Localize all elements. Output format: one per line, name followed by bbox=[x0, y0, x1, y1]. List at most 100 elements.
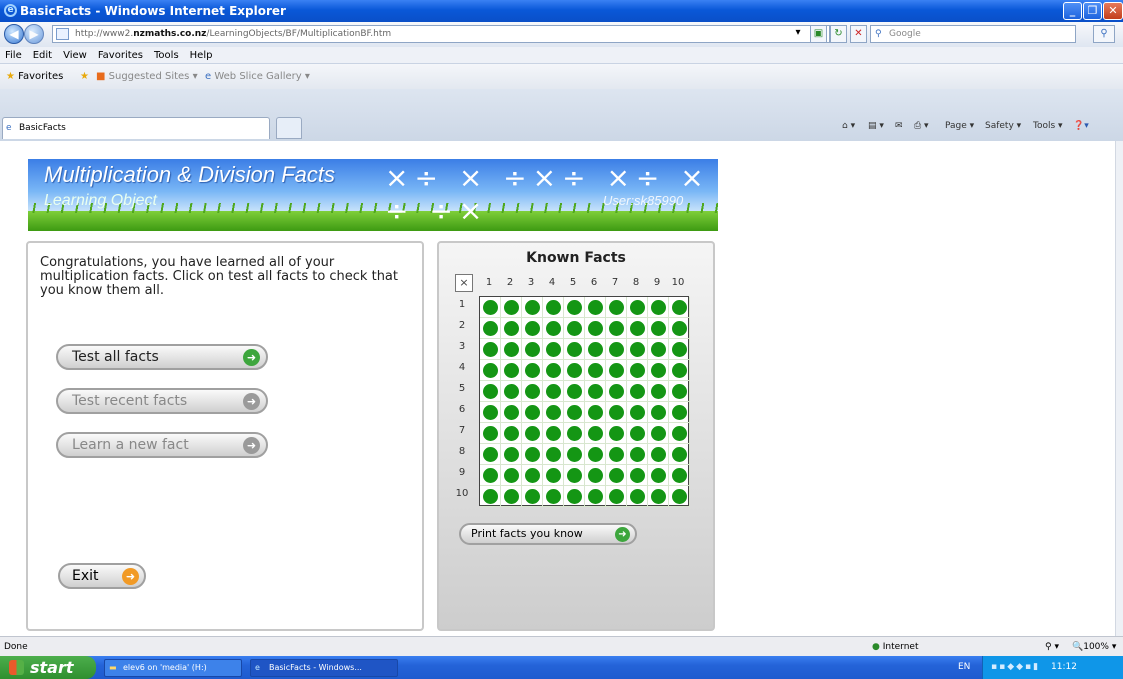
start-button[interactable]: start bbox=[0, 656, 96, 679]
suggested-sites-link[interactable]: ■ Suggested Sites ▾ bbox=[96, 64, 198, 89]
fact-cell-3x8[interactable] bbox=[627, 339, 648, 360]
fact-cell-4x3[interactable] bbox=[522, 360, 543, 381]
fact-cell-10x9[interactable] bbox=[648, 486, 669, 507]
fact-cell-1x10[interactable] bbox=[669, 297, 690, 318]
fact-cell-6x4[interactable] bbox=[543, 402, 564, 423]
fact-cell-4x4[interactable] bbox=[543, 360, 564, 381]
fact-cell-7x9[interactable] bbox=[648, 423, 669, 444]
fact-cell-2x3[interactable] bbox=[522, 318, 543, 339]
fact-cell-6x7[interactable] bbox=[606, 402, 627, 423]
fact-cell-5x1[interactable] bbox=[480, 381, 501, 402]
fact-cell-5x4[interactable] bbox=[543, 381, 564, 402]
fact-cell-7x3[interactable] bbox=[522, 423, 543, 444]
print-icon[interactable]: ⎙ ▾ bbox=[914, 121, 929, 131]
fact-cell-3x5[interactable] bbox=[564, 339, 585, 360]
menu-view[interactable]: View bbox=[63, 50, 87, 61]
search-button[interactable]: ⚲ bbox=[1093, 25, 1115, 43]
zoom-control[interactable]: 🔍100% ▾ bbox=[1072, 637, 1116, 657]
fact-cell-10x3[interactable] bbox=[522, 486, 543, 507]
fact-cell-3x6[interactable] bbox=[585, 339, 606, 360]
refresh-icon[interactable]: ↻ bbox=[830, 25, 847, 43]
fact-cell-7x2[interactable] bbox=[501, 423, 522, 444]
page-menu[interactable]: Page ▾ bbox=[945, 121, 974, 131]
fact-cell-9x10[interactable] bbox=[669, 465, 690, 486]
fact-cell-5x8[interactable] bbox=[627, 381, 648, 402]
fact-cell-7x6[interactable] bbox=[585, 423, 606, 444]
fact-cell-10x6[interactable] bbox=[585, 486, 606, 507]
fact-cell-1x6[interactable] bbox=[585, 297, 606, 318]
fact-cell-6x9[interactable] bbox=[648, 402, 669, 423]
back-button[interactable]: ◀ bbox=[4, 24, 24, 44]
forward-button[interactable]: ▶ bbox=[24, 24, 44, 44]
fact-cell-1x1[interactable] bbox=[480, 297, 501, 318]
fact-cell-3x7[interactable] bbox=[606, 339, 627, 360]
language-indicator[interactable]: EN bbox=[958, 656, 970, 679]
fact-cell-3x4[interactable] bbox=[543, 339, 564, 360]
fact-cell-10x2[interactable] bbox=[501, 486, 522, 507]
exit-button[interactable]: Exit ➜ bbox=[58, 563, 146, 589]
fact-cell-9x9[interactable] bbox=[648, 465, 669, 486]
menu-help[interactable]: Help bbox=[190, 50, 213, 61]
fact-cell-7x10[interactable] bbox=[669, 423, 690, 444]
fact-cell-2x1[interactable] bbox=[480, 318, 501, 339]
home-icon[interactable]: ⌂ ▾ bbox=[842, 121, 855, 131]
fact-cell-4x9[interactable] bbox=[648, 360, 669, 381]
close-button[interactable]: ✕ bbox=[1103, 2, 1123, 20]
vertical-scrollbar[interactable] bbox=[1115, 141, 1123, 636]
fact-cell-7x7[interactable] bbox=[606, 423, 627, 444]
tray-icons[interactable]: ▪▪◆◆▪▮ bbox=[991, 656, 1040, 679]
fact-cell-1x5[interactable] bbox=[564, 297, 585, 318]
fact-cell-10x4[interactable] bbox=[543, 486, 564, 507]
fact-cell-4x6[interactable] bbox=[585, 360, 606, 381]
fact-cell-6x8[interactable] bbox=[627, 402, 648, 423]
fact-cell-2x2[interactable] bbox=[501, 318, 522, 339]
tools-menu[interactable]: Tools ▾ bbox=[1033, 121, 1063, 131]
fact-cell-5x3[interactable] bbox=[522, 381, 543, 402]
fact-cell-1x2[interactable] bbox=[501, 297, 522, 318]
safety-menu[interactable]: Safety ▾ bbox=[985, 121, 1021, 131]
add-favorite-icon[interactable]: ★ bbox=[80, 64, 89, 89]
fact-cell-10x8[interactable] bbox=[627, 486, 648, 507]
fact-cell-6x2[interactable] bbox=[501, 402, 522, 423]
fact-cell-6x6[interactable] bbox=[585, 402, 606, 423]
fact-cell-5x10[interactable] bbox=[669, 381, 690, 402]
fact-cell-9x3[interactable] bbox=[522, 465, 543, 486]
menu-edit[interactable]: Edit bbox=[33, 50, 52, 61]
fact-cell-1x4[interactable] bbox=[543, 297, 564, 318]
fact-cell-8x10[interactable] bbox=[669, 444, 690, 465]
web-slice-gallery-link[interactable]: e Web Slice Gallery ▾ bbox=[205, 64, 310, 89]
fact-cell-2x7[interactable] bbox=[606, 318, 627, 339]
maximize-button[interactable]: ❐ bbox=[1083, 2, 1102, 20]
fact-cell-2x4[interactable] bbox=[543, 318, 564, 339]
fact-cell-2x6[interactable] bbox=[585, 318, 606, 339]
fact-cell-5x7[interactable] bbox=[606, 381, 627, 402]
fact-cell-8x6[interactable] bbox=[585, 444, 606, 465]
fact-cell-9x6[interactable] bbox=[585, 465, 606, 486]
fact-cell-10x10[interactable] bbox=[669, 486, 690, 507]
fact-cell-9x5[interactable] bbox=[564, 465, 585, 486]
fact-cell-8x5[interactable] bbox=[564, 444, 585, 465]
fact-cell-4x1[interactable] bbox=[480, 360, 501, 381]
fact-cell-2x9[interactable] bbox=[648, 318, 669, 339]
favorites-button[interactable]: ★ Favorites bbox=[6, 64, 63, 89]
menu-favorites[interactable]: Favorites bbox=[98, 50, 143, 61]
fact-cell-9x4[interactable] bbox=[543, 465, 564, 486]
fact-cell-1x7[interactable] bbox=[606, 297, 627, 318]
menu-tools[interactable]: Tools bbox=[154, 50, 179, 61]
fact-cell-8x4[interactable] bbox=[543, 444, 564, 465]
fact-cell-8x9[interactable] bbox=[648, 444, 669, 465]
fact-cell-8x7[interactable] bbox=[606, 444, 627, 465]
help-icon[interactable]: ❓▾ bbox=[1073, 121, 1089, 131]
fact-cell-9x2[interactable] bbox=[501, 465, 522, 486]
fact-cell-8x2[interactable] bbox=[501, 444, 522, 465]
fact-cell-7x4[interactable] bbox=[543, 423, 564, 444]
fact-cell-6x10[interactable] bbox=[669, 402, 690, 423]
fact-cell-2x5[interactable] bbox=[564, 318, 585, 339]
fact-cell-2x8[interactable] bbox=[627, 318, 648, 339]
fact-cell-8x1[interactable] bbox=[480, 444, 501, 465]
fact-cell-4x10[interactable] bbox=[669, 360, 690, 381]
fact-cell-3x1[interactable] bbox=[480, 339, 501, 360]
new-tab-button[interactable] bbox=[276, 117, 302, 139]
fact-cell-5x5[interactable] bbox=[564, 381, 585, 402]
fact-cell-6x5[interactable] bbox=[564, 402, 585, 423]
